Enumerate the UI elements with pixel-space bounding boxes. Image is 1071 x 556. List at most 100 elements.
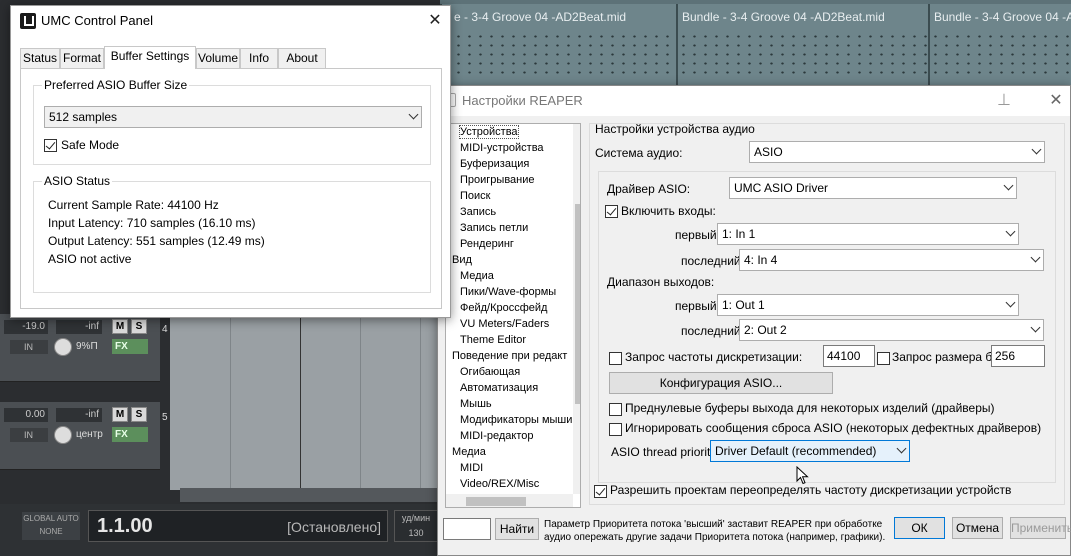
prezero-checkbox[interactable]	[609, 403, 622, 416]
mute-button[interactable]: M	[112, 319, 128, 334]
settings-search-input[interactable]	[443, 518, 491, 540]
allow-override-checkbox[interactable]	[594, 485, 607, 498]
tab-volume[interactable]: Volume	[196, 48, 240, 68]
tree-item[interactable]: Поиск	[460, 190, 490, 202]
tab-buffer-settings[interactable]: Buffer Settings	[104, 46, 196, 69]
tree-item[interactable]: MIDI	[460, 462, 483, 474]
mouse-cursor-icon	[796, 466, 809, 485]
pin-icon[interactable]: ⊥	[994, 91, 1014, 111]
output-first-select[interactable]: 1: Out 1	[717, 294, 1019, 316]
tree-item[interactable]: Запись	[460, 206, 496, 218]
close-icon[interactable]: ✕	[1046, 91, 1066, 111]
thread-priority-select[interactable]: Driver Default (recommended)	[710, 440, 910, 462]
enable-inputs-checkbox[interactable]	[605, 205, 618, 218]
midi-item[interactable]: e - 3-4 Groove 04 -AD2Beat.mid	[440, 4, 676, 86]
tree-item[interactable]: Фейд/Кроссфейд	[460, 302, 547, 314]
tree-horizontal-scrollbar[interactable]	[446, 494, 573, 507]
tree-item[interactable]: MIDI-редактор	[460, 430, 534, 442]
block-size-input[interactable]: 256	[991, 345, 1045, 367]
track-panel[interactable]: -19.0 -inf M S IN 9%П FX 4	[0, 314, 168, 382]
input-last-label: последний	[681, 254, 741, 268]
solo-button[interactable]: S	[131, 319, 147, 334]
solo-button[interactable]: S	[131, 407, 147, 422]
block-size-checkbox[interactable]	[877, 352, 890, 365]
ignore-reset-checkbox[interactable]	[609, 423, 622, 436]
asio-active-status: ASIO not active	[48, 252, 132, 266]
transport-state: [Остановлено]	[287, 519, 381, 535]
tree-item[interactable]: Рендеринг	[460, 238, 514, 250]
tree-vertical-scrollbar[interactable]	[573, 124, 580, 494]
fx-button[interactable]: FX	[112, 427, 148, 442]
tree-item[interactable]: Устройства	[459, 125, 519, 139]
tree-item[interactable]: MIDI-устройства	[460, 142, 544, 154]
ok-button[interactable]: ОК	[894, 517, 945, 539]
chevron-down-icon	[1003, 180, 1014, 191]
pan-knob[interactable]	[54, 426, 72, 444]
tab-info[interactable]: Info	[240, 48, 278, 68]
midi-item-title: Bundle - 3-4 Groove 04 -AD2E	[934, 10, 1071, 24]
asio-config-button[interactable]: Конфигурация ASIO...	[609, 372, 833, 394]
sample-rate-checkbox[interactable]	[609, 352, 622, 365]
buffer-size-group-label: Preferred ASIO Buffer Size	[42, 78, 190, 92]
umc-titlebar[interactable]: UMC Control Panel ✕	[11, 6, 450, 36]
enable-inputs-label: Включить входы:	[621, 204, 716, 218]
position-display[interactable]: 1.1.00 [Остановлено]	[88, 510, 388, 542]
fx-button[interactable]: FX	[112, 339, 148, 354]
apply-button[interactable]: Применить	[1010, 517, 1071, 539]
tab-status[interactable]: Status	[20, 48, 60, 68]
tree-item[interactable]: VU Meters/Faders	[460, 318, 549, 330]
bpm-label: уд/мин	[401, 513, 431, 523]
input-last-select[interactable]: 4: In 4	[739, 249, 1044, 271]
settings-tree[interactable]: Устройства MIDI-устройства Буферизация Прои…	[445, 123, 581, 508]
tree-item[interactable]: Проигрывание	[460, 174, 535, 186]
audio-system-select[interactable]: ASIO	[749, 141, 1045, 163]
record-input-button[interactable]: IN	[10, 340, 48, 354]
track-number: 4	[162, 324, 168, 335]
volume-readout: 0.00	[4, 408, 48, 422]
record-input-button[interactable]: IN	[10, 428, 48, 442]
pan-knob[interactable]	[54, 338, 72, 356]
tree-item[interactable]: Огибающая	[460, 366, 520, 378]
bpm-display[interactable]: уд/мин 130	[394, 510, 438, 542]
thread-priority-label: ASIO thread priority:	[611, 445, 720, 459]
tree-item[interactable]: Модификаторы мыши	[460, 414, 572, 426]
input-first-select[interactable]: 1: In 1	[717, 223, 1019, 245]
chevron-down-icon	[1005, 297, 1016, 308]
output-last-select[interactable]: 2: Out 2	[739, 319, 1044, 341]
asio-status-group-label: ASIO Status	[42, 174, 113, 188]
close-icon[interactable]: ✕	[425, 11, 445, 31]
tree-item[interactable]: Буферизация	[460, 158, 529, 170]
chevron-down-icon	[1030, 322, 1041, 333]
tab-about[interactable]: About	[278, 48, 326, 68]
tree-item[interactable]: Пики/Wave-формы	[460, 286, 556, 298]
tree-item[interactable]: Медиа	[460, 270, 494, 282]
tree-item[interactable]: Мышь	[460, 398, 492, 410]
tab-format[interactable]: Format	[60, 48, 104, 68]
global-auto-button[interactable]: GLOBAL AUTO NONE	[22, 512, 80, 540]
safe-mode-checkbox[interactable]	[44, 139, 57, 152]
tree-item[interactable]: Theme Editor	[460, 334, 526, 346]
mute-button[interactable]: M	[112, 407, 128, 422]
peak-meter: -inf	[56, 408, 102, 422]
output-first-label: первый	[675, 299, 717, 313]
midi-item[interactable]: Bundle - 3-4 Groove 04 -AD2E	[928, 4, 1071, 86]
bpm-value: 130	[408, 528, 424, 538]
tree-item[interactable]: Video/REX/Misc	[460, 478, 539, 490]
buffer-size-select[interactable]: 512 samples	[44, 106, 422, 128]
cancel-button[interactable]: Отмена	[952, 517, 1003, 539]
prefs-titlebar[interactable]: Настройки REAPER ⊥ ✕	[438, 86, 1070, 116]
find-button[interactable]: Найти	[495, 518, 539, 540]
asio-driver-select[interactable]: UMC ASIO Driver	[729, 177, 1017, 199]
track-panel[interactable]: 0.00 -inf M S IN центр FX 5	[0, 402, 168, 470]
tree-item[interactable]: Медиа	[452, 446, 486, 458]
tree-item[interactable]: Вид	[452, 254, 472, 266]
horizontal-scrollbar[interactable]	[180, 488, 440, 502]
chevron-down-icon	[1031, 144, 1042, 155]
section-title: Настройки устройства аудио	[595, 122, 755, 136]
midi-item[interactable]: Bundle - 3-4 Groove 04 -AD2Beat.mid	[676, 4, 928, 86]
tree-item[interactable]: Автоматизация	[460, 382, 538, 394]
tree-item[interactable]: Поведение при редакт	[452, 350, 567, 362]
arrange-area[interactable]	[170, 300, 450, 490]
sample-rate-input[interactable]: 44100	[823, 345, 875, 367]
tree-item[interactable]: Запись петли	[460, 222, 528, 234]
